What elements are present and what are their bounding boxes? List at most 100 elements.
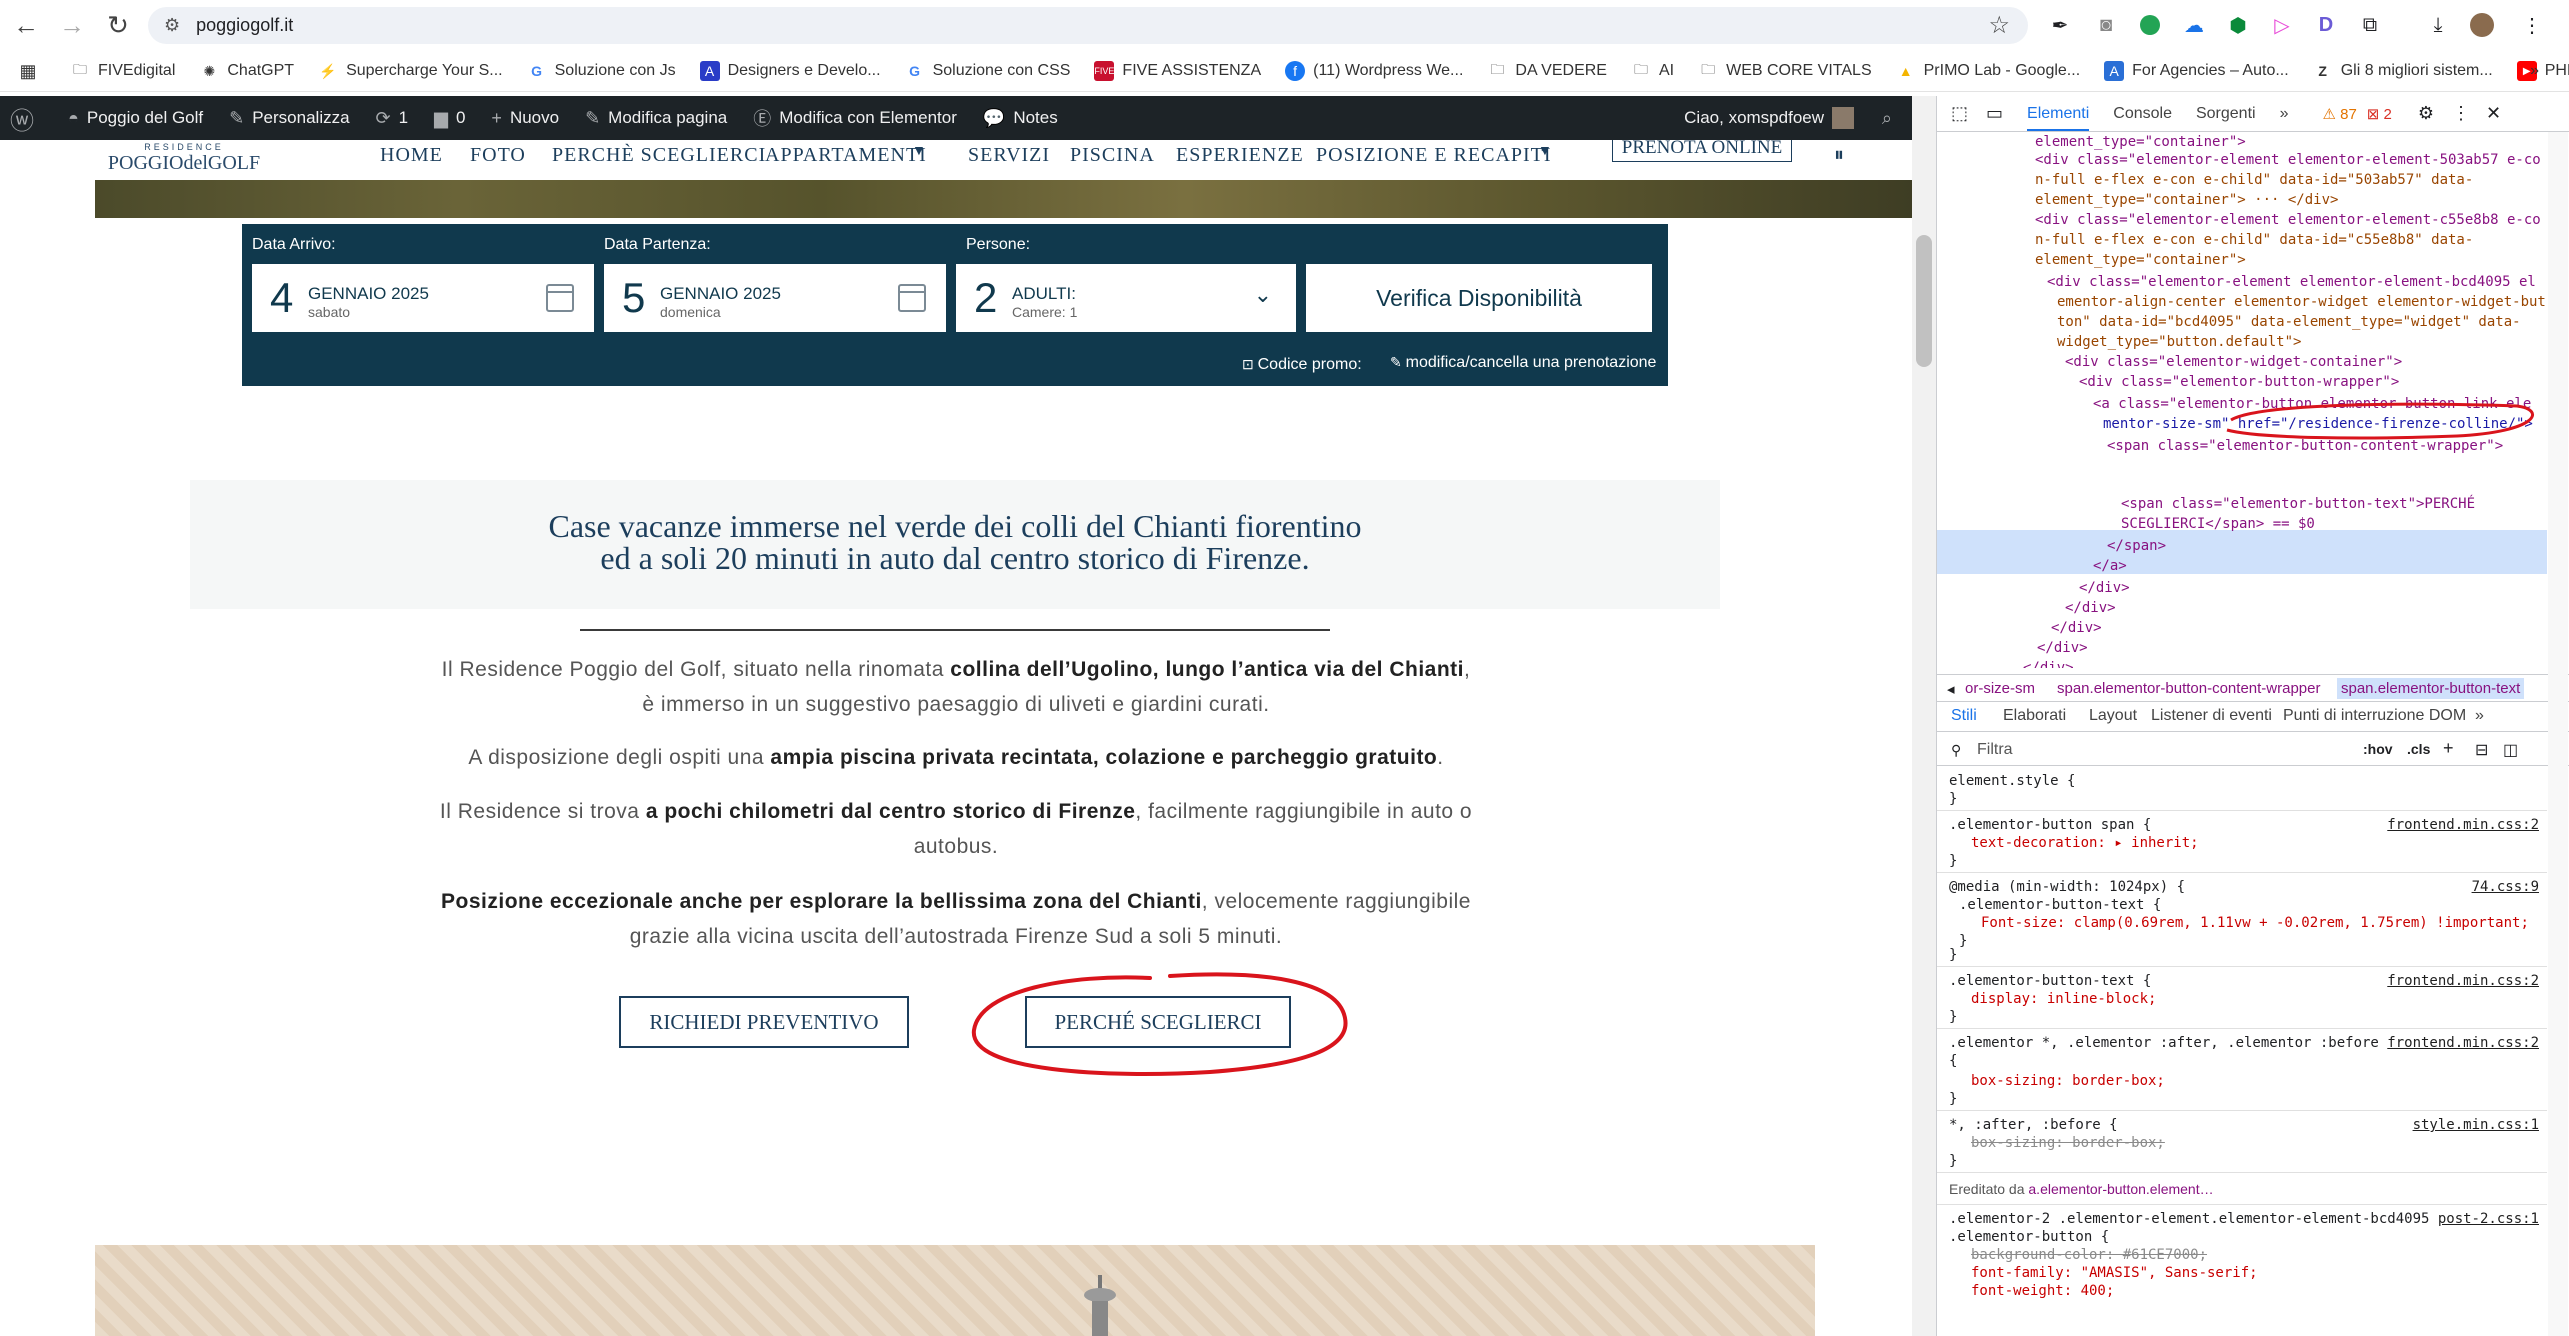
cls-toggle[interactable]: .cls (2407, 741, 2430, 757)
blue-extension-icon[interactable]: ☁ (2180, 11, 2208, 39)
bookmark-item[interactable]: G Soluzione con CSS (905, 61, 1070, 81)
rule-source-link[interactable]: post-2.css:1 (2438, 1210, 2539, 1228)
breadcrumb-item[interactable]: or-size-sm (1965, 680, 2035, 697)
rule-source-link[interactable]: frontend.min.css:2 (2387, 1034, 2539, 1052)
filter-input[interactable]: Filtra (1977, 741, 2013, 759)
bookmark-item[interactable]: FIVE FIVE ASSISTENZA (1094, 61, 1261, 81)
warnings-badge[interactable]: ⚠ 87 (2322, 105, 2356, 123)
tab-stili[interactable]: Stili (1951, 707, 1977, 725)
chevron-down-icon[interactable]: ▼ (912, 144, 927, 160)
menu-kebab-icon[interactable]: ⋮ (2518, 11, 2546, 39)
bookmark-item[interactable]: 🗀 WEB CORE VITALS (1698, 61, 1872, 81)
pen-extension-icon[interactable]: ✒ (2046, 11, 2074, 39)
people-select[interactable]: 2 ADULTI: Camere: 1 ⌄ (956, 264, 1296, 332)
bookmark-item[interactable]: G Soluzione con Js (527, 61, 675, 81)
breadcrumb-item[interactable]: span.elementor-button-content-wrapper (2057, 680, 2320, 697)
rule-source-link[interactable]: frontend.min.css:2 (2387, 972, 2539, 990)
profile-avatar[interactable] (2468, 11, 2496, 39)
wp-site-link[interactable]: ◓ Poggio del Golf (68, 108, 203, 129)
bookmark-item[interactable]: A Designers e Develo... (699, 61, 881, 81)
nav-appartamenti[interactable]: APPARTAMENTI (765, 144, 927, 167)
departure-date-field[interactable]: 5 GENNAIO 2025 domenica (604, 264, 946, 332)
tab-layout[interactable]: Layout (2089, 707, 2137, 725)
forward-icon[interactable]: → (52, 6, 92, 46)
css-rules-list[interactable]: element.style { } .elementor-button span… (1937, 768, 2547, 1336)
wp-elementor-link[interactable]: Ⓔ Modifica con Elementor (753, 105, 957, 131)
wp-edit-page-link[interactable]: ✎ Modifica pagina (585, 108, 727, 129)
tab-dom-breakpoints[interactable]: Punti di interruzione DOM (2283, 707, 2466, 725)
wp-account-link[interactable]: Ciao, xomspdfoew (1684, 107, 1854, 129)
tab-console[interactable]: Console (2113, 105, 2172, 123)
more-tabs-icon[interactable]: » (2475, 707, 2484, 725)
bookmark-item[interactable]: ⚡ Supercharge Your S... (318, 61, 502, 81)
nav-home[interactable]: HOME (380, 144, 443, 167)
bookmark-item[interactable]: 🗀 FIVEdigital (70, 61, 175, 81)
wp-customize-link[interactable]: ✎ Personalizza (229, 108, 349, 129)
device-toolbar-icon[interactable]: ▭ (1986, 103, 2003, 124)
bookmark-item[interactable]: A For Agencies – Auto... (2104, 61, 2289, 81)
promo-code-link[interactable]: ⊡ Codice promo: (1242, 356, 1362, 374)
wp-new-link[interactable]: + Nuovo (491, 108, 559, 129)
tab-elementi[interactable]: Elementi (2027, 105, 2090, 131)
tab-event-listeners[interactable]: Listener di eventi (2151, 707, 2272, 725)
devtools-scrollbar[interactable] (2548, 132, 2568, 1336)
breadcrumb-item-active[interactable]: span.elementor-button-text (2337, 678, 2525, 699)
apps-grid-icon[interactable]: ▦ (18, 61, 46, 81)
bookmark-item[interactable]: ▶PHP corso OK (2516, 61, 2569, 81)
dom-line-selected[interactable]: SCEGLIERCI</span> == $0 (2121, 514, 2315, 534)
rule-source-link[interactable]: frontend.min.css:2 (2387, 816, 2539, 834)
extensions-puzzle-icon[interactable]: ⧉ (2356, 11, 2384, 39)
bookmarks-overflow-icon[interactable]: » (2530, 62, 2539, 80)
close-icon[interactable]: ✕ (2486, 103, 2501, 124)
plus-icon[interactable]: + (2443, 738, 2454, 759)
wp-updates-link[interactable]: ⟳ 1 (376, 108, 409, 129)
wp-notes-link[interactable]: 💬 Notes (983, 108, 1058, 129)
site-logo[interactable]: RESIDENCE POGGIOdelGOLF (104, 140, 264, 180)
paint-icon[interactable]: ⊟ (2475, 740, 2488, 760)
rule-source-link[interactable]: style.min.css:1 (2413, 1116, 2539, 1134)
check-availability-button[interactable]: Verifica Disponibilità (1306, 264, 1652, 332)
bookmark-star-icon[interactable]: ☆ (1988, 11, 2010, 40)
bookmark-item[interactable]: f (11) Wordpress We... (1285, 61, 1463, 81)
nav-foto[interactable]: FOTO (470, 144, 526, 167)
shield-extension-icon[interactable]: ⬢ (2224, 11, 2252, 39)
site-settings-icon[interactable]: ⚙ (164, 15, 180, 36)
nav-esperienze[interactable]: ESPERIENZE (1176, 144, 1304, 167)
menu-icon[interactable]: ⏸ (1834, 144, 1845, 167)
green-dot-extension-icon[interactable] (2136, 11, 2164, 39)
hov-toggle[interactable]: :hov (2363, 741, 2393, 757)
d-extension-icon[interactable]: D (2312, 11, 2340, 39)
chevron-left-icon[interactable]: ◂ (1947, 680, 1955, 698)
address-bar[interactable]: ⚙ poggiogolf.it ☆ (148, 7, 2028, 44)
pink-extension-icon[interactable]: ▷ (2268, 11, 2296, 39)
dom-tree[interactable]: element_type="container"> <div class="el… (1937, 132, 2547, 668)
richiedi-preventivo-button[interactable]: RICHIEDI PREVENTIVO (619, 996, 909, 1048)
bookmark-item[interactable]: ▲ PrIMO Lab - Google... (1896, 61, 2080, 81)
download-icon[interactable]: ⤓ (2424, 11, 2452, 39)
nav-posizione-recapiti[interactable]: POSIZIONE E RECAPITI (1316, 144, 1552, 167)
nav-servizi[interactable]: SERVIZI (968, 144, 1050, 167)
nav-perche-sceglierci[interactable]: PERCHÈ SCEGLIERCI (552, 144, 766, 167)
bookmark-item[interactable]: 🗀 DA VEDERE (1487, 61, 1607, 81)
back-icon[interactable]: ← (6, 6, 46, 46)
page-scrollbar-thumb[interactable] (1916, 235, 1932, 367)
reload-icon[interactable]: ↻ (98, 6, 138, 46)
errors-badge[interactable]: ⊠ 2 (2367, 105, 2392, 123)
modify-booking-link[interactable]: ✎ modifica/cancella una prenotazione (1390, 354, 1656, 372)
search-icon[interactable]: ⌕ (1882, 108, 1900, 129)
bookmark-item[interactable]: ✺ ChatGPT (199, 61, 295, 81)
nav-piscina[interactable]: PISCINA (1070, 144, 1155, 167)
chevron-down-icon[interactable]: ▼ (1538, 144, 1553, 160)
bookmark-item[interactable]: 🗀 AI (1631, 61, 1674, 81)
bookmark-item[interactable]: Z Gli 8 migliori sistem... (2313, 61, 2492, 81)
camera-extension-icon[interactable]: ◙ (2092, 11, 2120, 39)
wordpress-logo-icon[interactable]: ⓦ (10, 101, 42, 136)
tab-elaborati[interactable]: Elaborati (2003, 707, 2066, 725)
sidebar-toggle-icon[interactable]: ◫ (2503, 740, 2518, 760)
prenota-online-button[interactable]: PRENOTA ONLINE (1612, 140, 1792, 162)
arrival-date-field[interactable]: 4 GENNAIO 2025 sabato (252, 264, 594, 332)
more-options-icon[interactable]: ⋮ (2452, 103, 2470, 124)
wp-comments-link[interactable]: ▆ 0 (434, 108, 465, 129)
tab-sorgenti[interactable]: Sorgenti (2196, 105, 2256, 123)
more-tabs-icon[interactable]: » (2280, 105, 2289, 123)
